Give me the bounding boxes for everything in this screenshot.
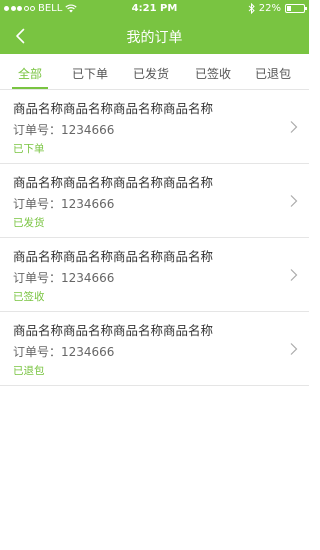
order-item[interactable]: 商品名称商品名称商品名称商品名称 订单号：1234666 已下单 <box>0 90 309 164</box>
product-name: 商品名称商品名称商品名称商品名称 <box>13 323 214 338</box>
navigation-bar: 我的订单 <box>0 18 309 54</box>
page-title: 我的订单 <box>126 30 183 46</box>
bluetooth-icon <box>248 3 255 14</box>
chevron-right-icon <box>290 195 298 207</box>
chevron-right-icon <box>290 121 298 133</box>
order-tabs: 全部 已下单 已发货 已签收 已退包 <box>0 54 309 90</box>
product-name: 商品名称商品名称商品名称商品名称 <box>13 175 214 190</box>
tab-shipped[interactable]: 已发货 <box>125 65 177 82</box>
battery-icon <box>285 4 307 13</box>
order-status: 已下单 <box>13 143 45 155</box>
product-name: 商品名称商品名称商品名称商品名称 <box>13 101 214 116</box>
battery-percent: 22% <box>258 3 281 14</box>
product-name: 商品名称商品名称商品名称商品名称 <box>13 249 214 264</box>
battery-level <box>287 6 291 11</box>
order-item[interactable]: 商品名称商品名称商品名称商品名称 订单号：1234666 已签收 <box>0 238 309 312</box>
tab-returned[interactable]: 已退包 <box>247 65 299 82</box>
chevron-right-icon <box>290 269 298 281</box>
order-item[interactable]: 商品名称商品名称商品名称商品名称 订单号：1234666 已退包 <box>0 312 309 386</box>
order-number: 订单号：1234666 <box>13 271 115 285</box>
order-item[interactable]: 商品名称商品名称商品名称商品名称 订单号：1234666 已发货 <box>0 164 309 238</box>
order-number: 订单号：1234666 <box>13 197 115 211</box>
status-right: 22% <box>248 3 307 14</box>
order-status: 已发货 <box>13 217 45 229</box>
chevron-right-icon <box>290 343 298 355</box>
status-bar: BELL 4:21 PM 22% <box>0 0 309 18</box>
order-status: 已退包 <box>13 365 45 377</box>
tab-all[interactable]: 全部 <box>4 65 56 82</box>
order-number: 订单号：1234666 <box>13 123 115 137</box>
active-tab-indicator <box>12 87 48 89</box>
order-status: 已签收 <box>13 291 45 303</box>
order-list: 商品名称商品名称商品名称商品名称 订单号：1234666 已下单 商品名称商品名… <box>0 90 309 386</box>
order-number: 订单号：1234666 <box>13 345 115 359</box>
tab-ordered[interactable]: 已下单 <box>64 65 116 82</box>
tab-received[interactable]: 已签收 <box>187 65 239 82</box>
